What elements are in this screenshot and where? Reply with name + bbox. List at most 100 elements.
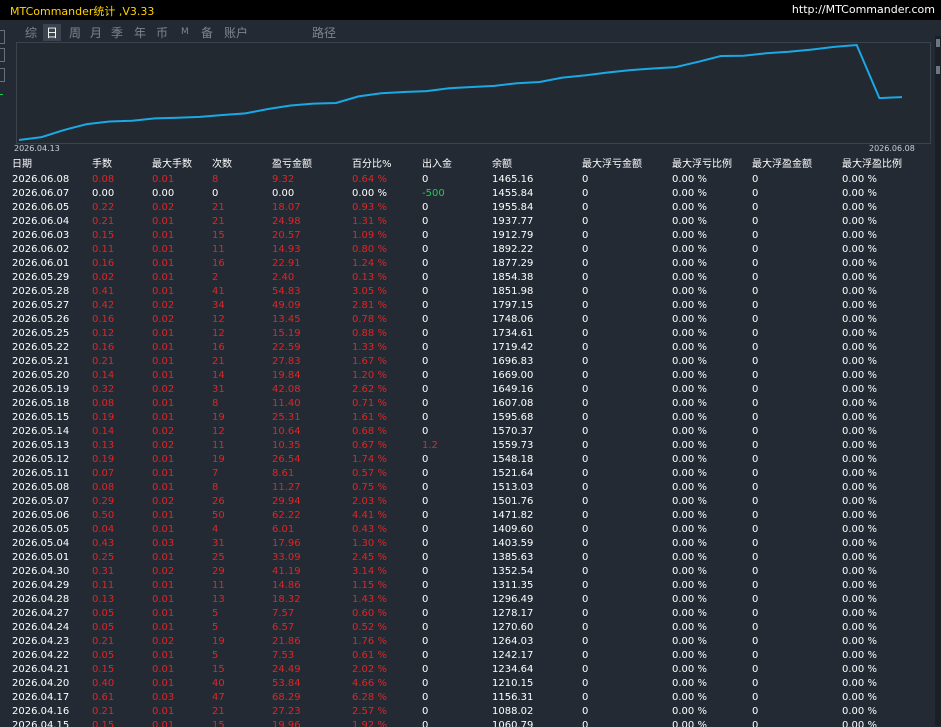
table-cell: 0.00 %	[672, 650, 707, 661]
tab-6[interactable]: 币	[153, 24, 171, 41]
tab-8[interactable]: 备	[198, 24, 216, 41]
table-cell: 0.21	[92, 636, 115, 647]
table-cell: 2026.05.27	[12, 300, 70, 311]
table-cell: 0	[582, 524, 589, 535]
table-cell: 1270.60	[492, 622, 534, 633]
table-cell: 0	[582, 398, 589, 409]
table-cell: 2026.04.23	[12, 636, 70, 647]
tab-9[interactable]: 账户	[221, 24, 251, 41]
table-cell: 0	[422, 664, 429, 675]
table-cell: 0.50	[92, 510, 115, 521]
table-cell: 1.30 %	[352, 538, 387, 549]
table-cell: 14	[212, 370, 225, 381]
column-header: 最大浮亏金额	[582, 159, 642, 170]
table-cell: 0.00 %	[842, 678, 877, 689]
tab-10[interactable]: 路径	[309, 24, 339, 41]
table-cell: 0.00 %	[842, 412, 877, 423]
tab-0[interactable]: 综	[22, 24, 40, 41]
table-cell: 0.02	[152, 300, 175, 311]
table-cell: 0.15	[92, 664, 115, 675]
table-header: 日期 手数 最大手数 次数 盈亏金额 百分比% 出入金 余额 最大浮亏金额 最大浮亏比例 最大浮盈金…	[0, 157, 935, 173]
table-cell: 0	[422, 216, 429, 227]
table-cell: 24.98	[272, 216, 301, 227]
table-cell: 0	[422, 426, 429, 437]
table-cell: 0.01	[152, 398, 175, 409]
column-header: 最大手数	[152, 159, 192, 170]
table-cell: 2.57 %	[352, 706, 387, 717]
table-cell: 0	[422, 580, 429, 591]
tab-2[interactable]: 周	[66, 24, 84, 41]
table-cell: 0.00 %	[842, 706, 877, 717]
table-cell: 0	[752, 622, 759, 633]
table-cell: 33.09	[272, 552, 301, 563]
tab-7[interactable]: M	[178, 27, 192, 37]
table-cell: 0.64 %	[352, 174, 387, 185]
table-cell: 0	[422, 244, 429, 255]
table-cell: 4.41 %	[352, 510, 387, 521]
table-cell: 1669.00	[492, 370, 534, 381]
table-row: 2026.04.24 0.05 0.01 5 6.57 0.52 % 0 1270.60 0 0.…	[0, 621, 935, 635]
table-cell: 2026.06.04	[12, 216, 70, 227]
table-cell: 0.60 %	[352, 608, 387, 619]
table-cell: 25.31	[272, 412, 301, 423]
table-cell: 0.88 %	[352, 328, 387, 339]
table-cell: 0	[422, 230, 429, 241]
table-row: 2026.06.04 0.21 0.01 21 24.98 1.31 % 0 1937.77 0…	[0, 215, 935, 229]
table-cell: 1719.42	[492, 342, 534, 353]
tab-3[interactable]: 月	[87, 24, 105, 41]
table-cell: 0.00 %	[842, 174, 877, 185]
table-cell: 0.02	[92, 272, 115, 283]
table-cell: 2026.05.11	[12, 468, 70, 479]
table-cell: 0	[752, 664, 759, 675]
table-cell: 0.02	[152, 202, 175, 213]
table-cell: 0.11	[92, 580, 115, 591]
table-cell: 22.59	[272, 342, 301, 353]
table-row: 2026.04.29 0.11 0.01 11 14.86 1.15 % 0 1311.35 0…	[0, 579, 935, 593]
table-cell: 0.42	[92, 300, 115, 311]
table-cell: 0.01	[152, 510, 175, 521]
table-cell: 1455.84	[492, 188, 534, 199]
table-cell: 0	[422, 594, 429, 605]
tab-5[interactable]: 年	[131, 24, 149, 41]
table-cell: 0.00 %	[672, 720, 707, 727]
website-link[interactable]: http://MTCommander.com	[792, 3, 935, 16]
table-cell: 0.03	[152, 692, 175, 703]
table-cell: 0	[582, 202, 589, 213]
table-cell: 2026.05.12	[12, 454, 70, 465]
table-cell: 14.86	[272, 580, 301, 591]
table-cell: 0.02	[152, 636, 175, 647]
table-cell: 0.14	[92, 370, 115, 381]
table-row: 2026.05.08 0.08 0.01 8 11.27 0.75 % 0 1513.03 0 0…	[0, 481, 935, 495]
table-row: 2026.05.18 0.08 0.01 8 11.40 0.71 % 0 1607.08 0 0…	[0, 397, 935, 411]
table-cell: 1570.37	[492, 426, 534, 437]
table-row: 2026.05.29 0.02 0.01 2 2.40 0.13 % 0 1854.38 0 0.…	[0, 271, 935, 285]
table-cell: 3.14 %	[352, 566, 387, 577]
table-cell: 6.28 %	[352, 692, 387, 703]
table-cell: 12	[212, 426, 225, 437]
table-cell: 0	[582, 622, 589, 633]
table-cell: 1.67 %	[352, 356, 387, 367]
table-cell: 16	[212, 342, 225, 353]
table-cell: 0.15	[92, 720, 115, 727]
scrollbar[interactable]	[935, 36, 941, 726]
table-cell: 0.00 %	[352, 188, 387, 199]
table-cell: 0	[422, 692, 429, 703]
table-cell: 1607.08	[492, 398, 534, 409]
table-cell: 0	[422, 636, 429, 647]
table-cell: 0	[582, 188, 589, 199]
table-cell: 0	[582, 454, 589, 465]
table-cell: 0	[422, 650, 429, 661]
table-cell: 0	[422, 720, 429, 727]
tab-4[interactable]: 季	[108, 24, 126, 41]
table-cell: 0	[752, 636, 759, 647]
tab-1[interactable]: 日	[43, 24, 62, 41]
table-cell: 19.84	[272, 370, 301, 381]
table-cell: 0.00 %	[842, 496, 877, 507]
table-cell: 0.31	[92, 566, 115, 577]
table-cell: 0.61 %	[352, 650, 387, 661]
table-cell: 0.00 %	[842, 454, 877, 465]
table-cell: 0.05	[92, 650, 115, 661]
left-edge-markers	[0, 30, 5, 130]
balance-chart	[16, 42, 931, 144]
table-cell: 0.02	[152, 440, 175, 451]
